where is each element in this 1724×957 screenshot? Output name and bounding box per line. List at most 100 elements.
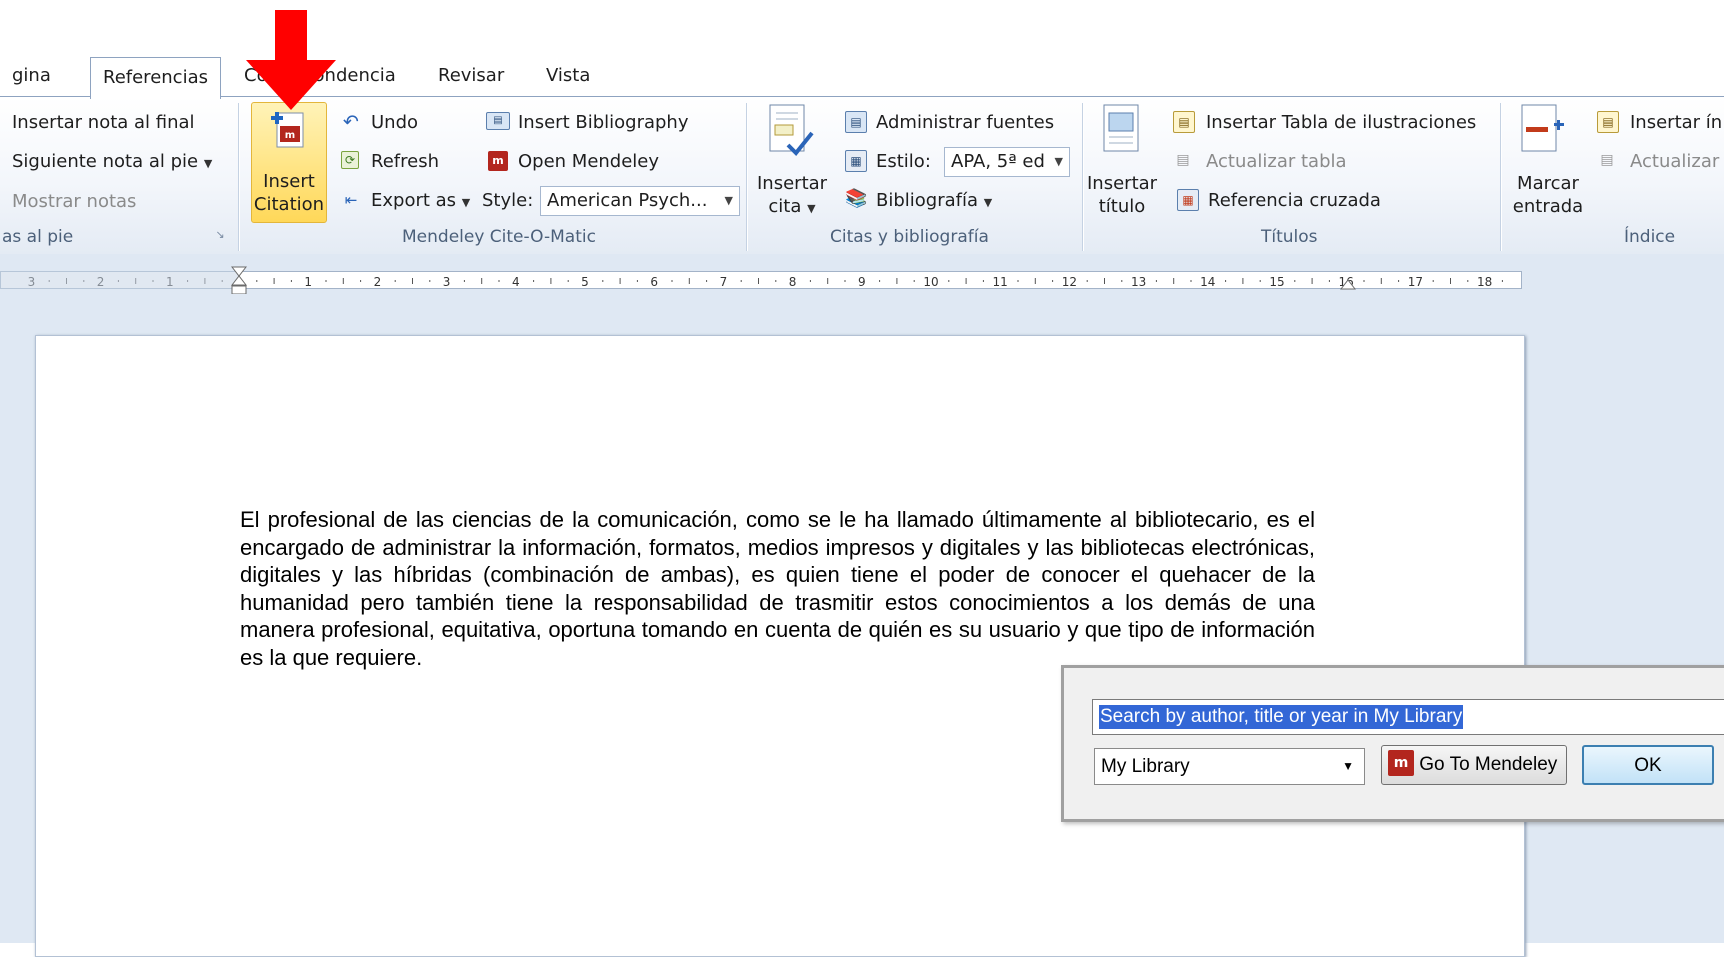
go-to-mendeley-button[interactable]: m Go To Mendeley xyxy=(1381,745,1567,785)
ruler-number: 4 xyxy=(512,275,520,289)
ruler-tick xyxy=(394,280,396,282)
ruler-number: 13 xyxy=(1131,275,1146,289)
undo-icon: ↶ xyxy=(343,111,359,133)
insert-index-button[interactable]: Insertar ín xyxy=(1630,112,1722,134)
ruler-tick xyxy=(1155,280,1157,282)
bibliography-icon: ▤ xyxy=(486,112,510,130)
chevron-down-icon: ▼ xyxy=(203,157,213,170)
mendeley-group-label: Mendeley Cite-O-Matic xyxy=(402,227,596,247)
insert-bibliography-button[interactable]: Insert Bibliography xyxy=(518,112,688,134)
ruler-tick xyxy=(463,280,465,282)
insert-caption-label-1[interactable]: Insertar xyxy=(1087,173,1157,195)
refresh-icon: ⟳ xyxy=(341,151,359,169)
ruler-tick xyxy=(567,280,569,282)
ruler-tick xyxy=(1259,280,1261,282)
tab-pagina[interactable]: gina xyxy=(0,55,63,97)
next-footnote-button[interactable]: Siguiente nota al pie ▼ xyxy=(12,151,212,175)
ruler-tick xyxy=(1225,280,1227,282)
ruler-tick xyxy=(498,280,500,282)
open-mendeley-button[interactable]: Open Mendeley xyxy=(518,151,659,173)
ruler-tick xyxy=(1086,280,1088,282)
insert-citation-icon: m xyxy=(271,112,304,148)
group-separator xyxy=(1500,103,1501,251)
export-as-button[interactable]: Export as ▼ xyxy=(371,190,470,214)
refresh-button[interactable]: Refresh xyxy=(371,151,439,173)
group-separator xyxy=(238,103,239,251)
ruler-number: 3 xyxy=(443,275,451,289)
library-select[interactable]: My Library ▼ xyxy=(1094,748,1365,785)
mendeley-logo-icon: m xyxy=(488,151,508,171)
ruler-number: 2 xyxy=(374,275,382,289)
ruler-tick xyxy=(1294,280,1296,282)
chevron-down-icon: ▼ xyxy=(1342,759,1354,773)
ruler-tick xyxy=(1173,278,1175,284)
update-index-button: Actualizar xyxy=(1630,151,1720,172)
svg-text:m: m xyxy=(285,130,295,141)
ruler-number: 17 xyxy=(1408,275,1423,289)
index-group-label: Índice xyxy=(1624,227,1676,247)
insert-endnote-button[interactable]: Insertar nota al final xyxy=(12,112,195,134)
ruler-tick xyxy=(1034,278,1036,284)
insert-caption-icon[interactable] xyxy=(1100,103,1144,161)
citation-style-label: Estilo: xyxy=(876,151,931,172)
tab-revisar[interactable]: Revisar xyxy=(426,55,516,97)
ruler-number: 15 xyxy=(1269,275,1284,289)
ruler-tick xyxy=(360,280,362,282)
tab-vista[interactable]: Vista xyxy=(534,55,602,97)
library-select-value: My Library xyxy=(1101,756,1190,777)
insert-table-of-figures-button[interactable]: Insertar Tabla de ilustraciones xyxy=(1206,112,1476,134)
ruler-tick xyxy=(965,278,967,284)
ok-button[interactable]: OK xyxy=(1582,745,1714,785)
table-of-figures-icon: ▤ xyxy=(1173,111,1195,133)
export-icon: ⇤ xyxy=(344,191,358,209)
update-table-button: Actualizar tabla xyxy=(1206,151,1347,172)
ruler-tick xyxy=(1017,280,1019,282)
ruler-tick xyxy=(636,280,638,282)
manage-sources-button[interactable]: Administrar fuentes xyxy=(876,112,1054,134)
citation-style-select[interactable]: APA, 5ª ed ▼ xyxy=(944,147,1070,177)
ribbon: Insertar nota al final Siguiente nota al… xyxy=(0,96,1724,255)
update-table-icon: ▤ xyxy=(1176,152,1190,168)
mark-entry-label-1[interactable]: Marcar xyxy=(1508,173,1588,195)
citations-group-label: Citas y bibliografía xyxy=(830,227,989,247)
document-paragraph[interactable]: El profesional de las ciencias de la com… xyxy=(240,506,1315,671)
chevron-down-icon: ▼ xyxy=(724,194,733,207)
cross-reference-button[interactable]: Referencia cruzada xyxy=(1208,190,1381,212)
group-separator xyxy=(1082,103,1083,251)
export-as-label: Export as xyxy=(371,190,457,211)
insert-citation-label-2: Citation xyxy=(253,194,325,215)
ruler-number: 18 xyxy=(1477,275,1492,289)
insert-cite-button[interactable]: cita ▼ xyxy=(757,196,827,220)
search-input-text: Search by author, title or year in My Li… xyxy=(1099,705,1464,729)
ruler-tick xyxy=(740,280,742,282)
bibliography-button[interactable]: Bibliografía ▼ xyxy=(876,190,992,214)
ruler-tick xyxy=(619,278,621,284)
insert-cite-label-1[interactable]: Insertar xyxy=(757,173,827,195)
ruler-tick xyxy=(429,280,431,282)
ruler-tick xyxy=(1450,278,1451,284)
ok-label: OK xyxy=(1634,755,1662,776)
insert-citation-document-icon[interactable] xyxy=(766,103,816,161)
ruler-number: 12 xyxy=(1062,275,1077,289)
ruler-tick xyxy=(1328,280,1330,282)
ruler-number: 9 xyxy=(858,275,866,289)
ruler-tick xyxy=(982,280,984,282)
ruler-tick xyxy=(688,278,690,284)
ruler-number: 1 xyxy=(304,275,312,289)
right-indent-marker-icon[interactable] xyxy=(1340,274,1356,290)
update-index-icon: ▤ xyxy=(1600,152,1614,168)
group-separator xyxy=(746,103,747,251)
ruler-number: 8 xyxy=(789,275,797,289)
undo-button[interactable]: Undo xyxy=(371,112,418,134)
search-input[interactable]: Search by author, title or year in My Li… xyxy=(1092,699,1724,735)
mark-entry-label-2[interactable]: entrada xyxy=(1508,196,1588,218)
ruler-tick xyxy=(948,280,950,282)
mark-entry-icon[interactable] xyxy=(1518,103,1568,161)
dialog-launcher-icon[interactable]: ↘ xyxy=(213,228,227,242)
mendeley-style-select[interactable]: American Psych... ▼ xyxy=(540,186,740,216)
bibliography-books-icon: 📚 xyxy=(845,188,868,209)
insert-citation-button[interactable]: m Insert Citation xyxy=(251,102,327,223)
tab-referencias[interactable]: Referencias xyxy=(90,57,221,99)
ruler-tick xyxy=(844,280,846,282)
insert-caption-label-2[interactable]: título xyxy=(1087,196,1157,218)
